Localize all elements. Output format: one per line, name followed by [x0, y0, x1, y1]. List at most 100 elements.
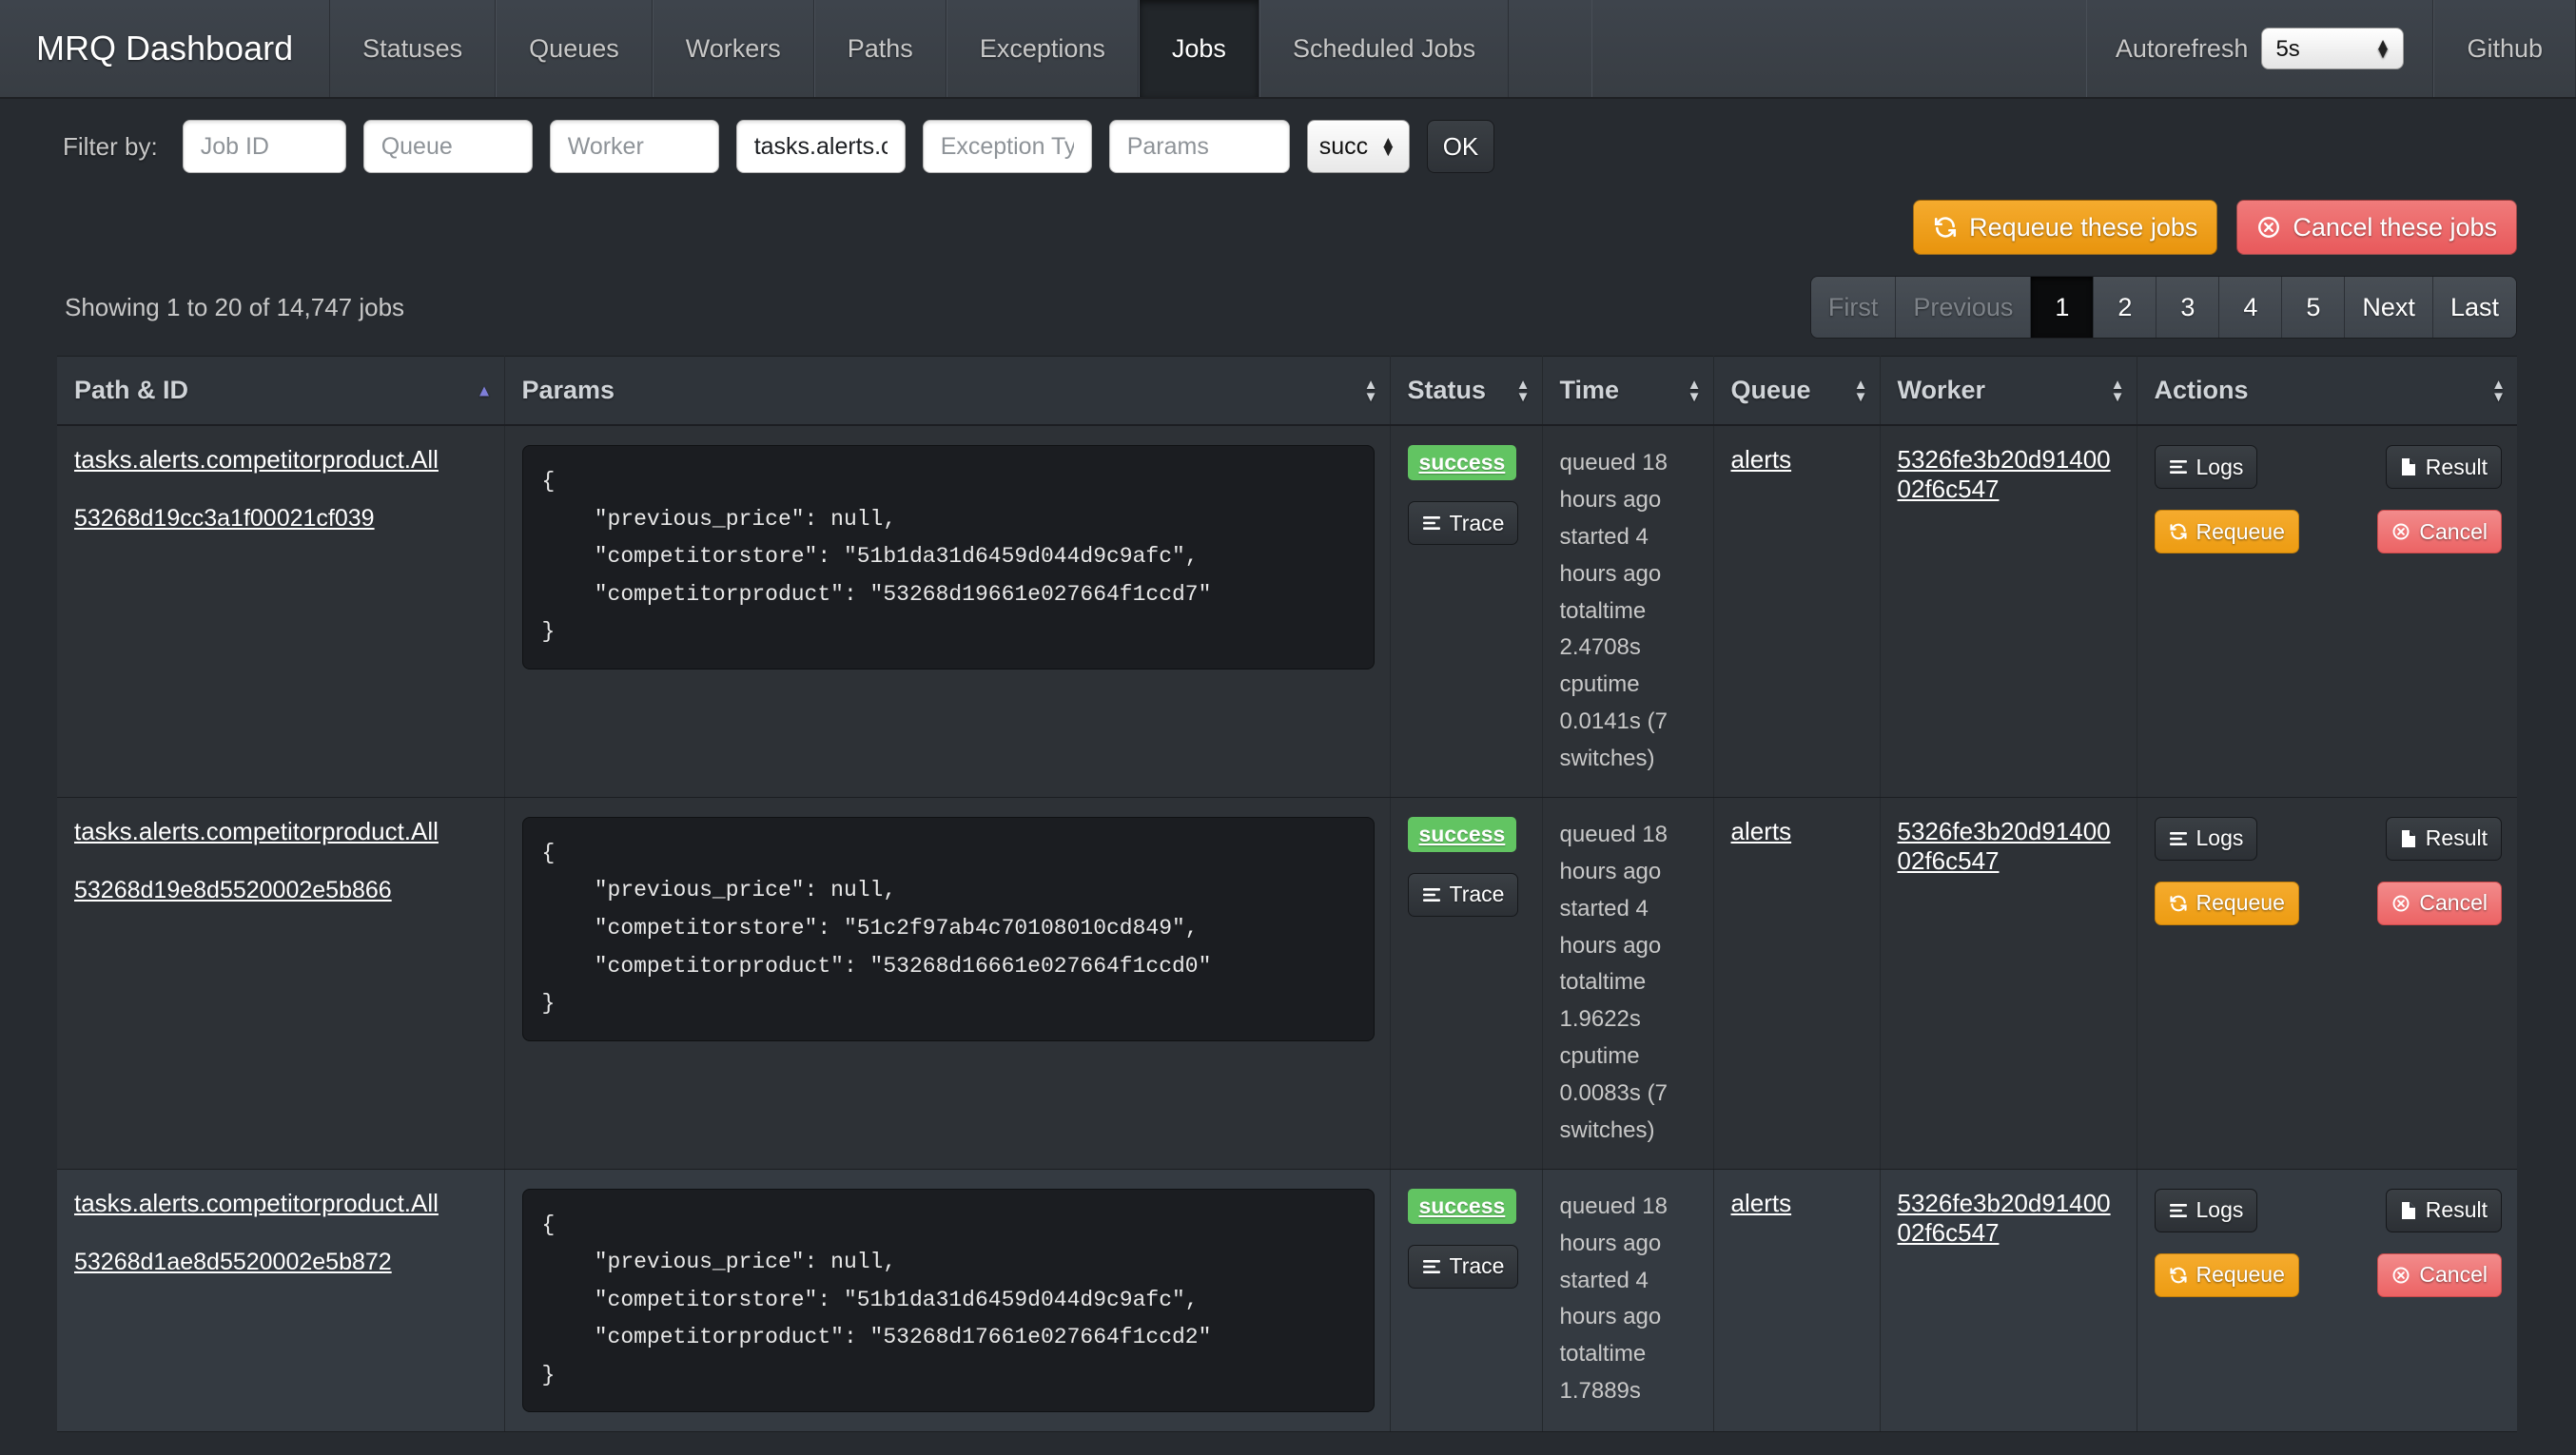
column-header-time[interactable]: Time ▲▼: [1542, 357, 1713, 426]
app-brand[interactable]: MRQ Dashboard: [0, 0, 330, 97]
worker-link[interactable]: 5326fe3b20d9140002f6c547: [1898, 1189, 2121, 1248]
cancel-label: Cancel: [2419, 890, 2488, 916]
job-path-link[interactable]: tasks.alerts.competitorproduct.All: [74, 817, 439, 846]
column-header-worker[interactable]: Worker ▲▼: [1880, 357, 2137, 426]
result-label: Result: [2426, 1197, 2488, 1223]
cancel-button[interactable]: Cancel: [2377, 1253, 2502, 1297]
nav-label: Workers: [686, 34, 781, 64]
requeue-these-jobs-label: Requeue these jobs: [1969, 213, 2197, 242]
nav-item-scheduled-jobs[interactable]: Scheduled Jobs: [1259, 0, 1509, 97]
pagination-page-5[interactable]: 5: [2282, 277, 2345, 338]
requeue-button[interactable]: Requeue: [2155, 882, 2299, 925]
ok-button[interactable]: OK: [1427, 120, 1495, 173]
sort-updown-icon: ▲▼: [2111, 378, 2125, 403]
exception-type-filter-input[interactable]: [923, 120, 1092, 173]
cancel-button[interactable]: Cancel: [2377, 882, 2502, 925]
worker-link[interactable]: 5326fe3b20d9140002f6c547: [1898, 817, 2121, 876]
cell-actions: Logs Result Requeue: [2137, 1169, 2517, 1432]
job-id-link[interactable]: 53268d19e8d5520002e5b866: [74, 877, 489, 904]
cancel-circle-icon: [2391, 1266, 2410, 1285]
cancel-these-jobs-button[interactable]: Cancel these jobs: [2236, 200, 2517, 255]
column-header-queue[interactable]: Queue ▲▼: [1713, 357, 1880, 426]
queue-filter-input[interactable]: [363, 120, 533, 173]
nav-item-workers[interactable]: Workers: [653, 0, 814, 97]
queue-link[interactable]: alerts: [1731, 445, 1792, 474]
status-badge[interactable]: success: [1408, 817, 1517, 852]
trace-button-wrap: Trace: [1408, 501, 1527, 545]
path-filter-input[interactable]: [736, 120, 906, 173]
column-header-params[interactable]: Params ▲▼: [504, 357, 1390, 426]
nav-item-statuses[interactable]: Statuses: [330, 0, 496, 97]
requeue-button[interactable]: Requeue: [2155, 510, 2299, 553]
pagination-page-4[interactable]: 4: [2219, 277, 2282, 338]
worker-filter-input[interactable]: [550, 120, 719, 173]
logs-button[interactable]: Logs: [2155, 445, 2258, 489]
actions-spacer: [2299, 510, 2378, 553]
requeue-button[interactable]: Requeue: [2155, 1253, 2299, 1297]
job-id-link[interactable]: 53268d19cc3a1f00021cf039: [74, 505, 489, 533]
result-button[interactable]: Result: [2386, 1189, 2502, 1232]
filter-bar: Filter by: success ▲▼ OK: [0, 99, 2576, 194]
cell-time: queued 18 hours ago started 4 hours ago …: [1542, 797, 1713, 1169]
requeue-these-jobs-button[interactable]: Requeue these jobs: [1913, 200, 2217, 255]
nav-item-paths[interactable]: Paths: [814, 0, 946, 97]
column-header-actions[interactable]: Actions ▲▼: [2137, 357, 2517, 426]
cancel-button[interactable]: Cancel: [2377, 510, 2502, 553]
column-header-status[interactable]: Status ▲▼: [1390, 357, 1542, 426]
job-path-link[interactable]: tasks.alerts.competitorproduct.All: [74, 1189, 439, 1218]
worker-link[interactable]: 5326fe3b20d9140002f6c547: [1898, 445, 2121, 504]
nav-label: Scheduled Jobs: [1293, 34, 1475, 64]
job-id-link[interactable]: 53268d1ae8d5520002e5b872: [74, 1249, 489, 1276]
trace-button[interactable]: Trace: [1408, 873, 1519, 917]
job-id-filter-input[interactable]: [183, 120, 346, 173]
cell-status: success Trace: [1390, 425, 1542, 797]
status-filter-select[interactable]: success: [1307, 120, 1410, 173]
pagination-page-2[interactable]: 2: [2094, 277, 2156, 338]
pagination-page-1[interactable]: 1: [2031, 277, 2094, 338]
pagination-next[interactable]: Next: [2345, 277, 2433, 338]
requeue-label: Requeue: [2196, 519, 2285, 545]
sort-updown-icon: ▲▼: [1688, 378, 1702, 403]
params-filter-input[interactable]: [1109, 120, 1290, 173]
nav-item-exceptions[interactable]: Exceptions: [946, 0, 1139, 97]
pagination-previous[interactable]: Previous: [1896, 277, 2031, 338]
nav-item-queues[interactable]: Queues: [496, 0, 653, 97]
trace-button[interactable]: Trace: [1408, 501, 1519, 545]
trace-button[interactable]: Trace: [1408, 1245, 1519, 1289]
cell-time: queued 18 hours ago started 4 hours ago …: [1542, 425, 1713, 797]
list-icon: [1422, 1257, 1441, 1276]
status-badge[interactable]: success: [1408, 1189, 1517, 1224]
nav-item-jobs[interactable]: Jobs: [1139, 0, 1259, 97]
autorefresh-label: Autorefresh: [2116, 34, 2249, 64]
actions-spacer: [2299, 1253, 2378, 1297]
cell-params: { "previous_price": null, "competitorsto…: [504, 425, 1390, 797]
cell-path-id: tasks.alerts.competitorproduct.All 53268…: [57, 1169, 504, 1432]
cell-worker: 5326fe3b20d9140002f6c547: [1880, 425, 2137, 797]
logs-button[interactable]: Logs: [2155, 817, 2258, 861]
cell-path-id: tasks.alerts.competitorproduct.All 53268…: [57, 797, 504, 1169]
cell-actions: Logs Result Requeue: [2137, 425, 2517, 797]
autorefresh-select[interactable]: 5s: [2261, 28, 2404, 69]
queue-link[interactable]: alerts: [1731, 1189, 1792, 1217]
column-header-path-id[interactable]: Path & ID ▲▼: [57, 357, 504, 426]
queue-link[interactable]: alerts: [1731, 817, 1792, 845]
column-label: Queue: [1731, 376, 1811, 404]
actions-spacer: [2257, 445, 2385, 489]
result-button[interactable]: Result: [2386, 445, 2502, 489]
table-row: tasks.alerts.competitorproduct.All 53268…: [57, 425, 2517, 797]
job-path-link[interactable]: tasks.alerts.competitorproduct.All: [74, 445, 439, 475]
pagination-first[interactable]: First: [1811, 277, 1896, 338]
logs-button[interactable]: Logs: [2155, 1189, 2258, 1232]
pagination-last[interactable]: Last: [2433, 277, 2516, 338]
pagination-page-3[interactable]: 3: [2156, 277, 2219, 338]
nav-item-github[interactable]: Github: [2433, 0, 2576, 97]
pagination: First Previous 1 2 3 4 5 Next Last: [1810, 276, 2517, 339]
cancel-circle-icon: [2391, 894, 2410, 913]
refresh-icon: [2169, 894, 2188, 913]
cancel-label: Cancel: [2419, 1262, 2488, 1288]
refresh-icon: [2169, 522, 2188, 541]
status-badge[interactable]: success: [1408, 445, 1517, 480]
nav-label: Queues: [529, 34, 619, 64]
result-button[interactable]: Result: [2386, 817, 2502, 861]
trace-label: Trace: [1450, 882, 1505, 907]
